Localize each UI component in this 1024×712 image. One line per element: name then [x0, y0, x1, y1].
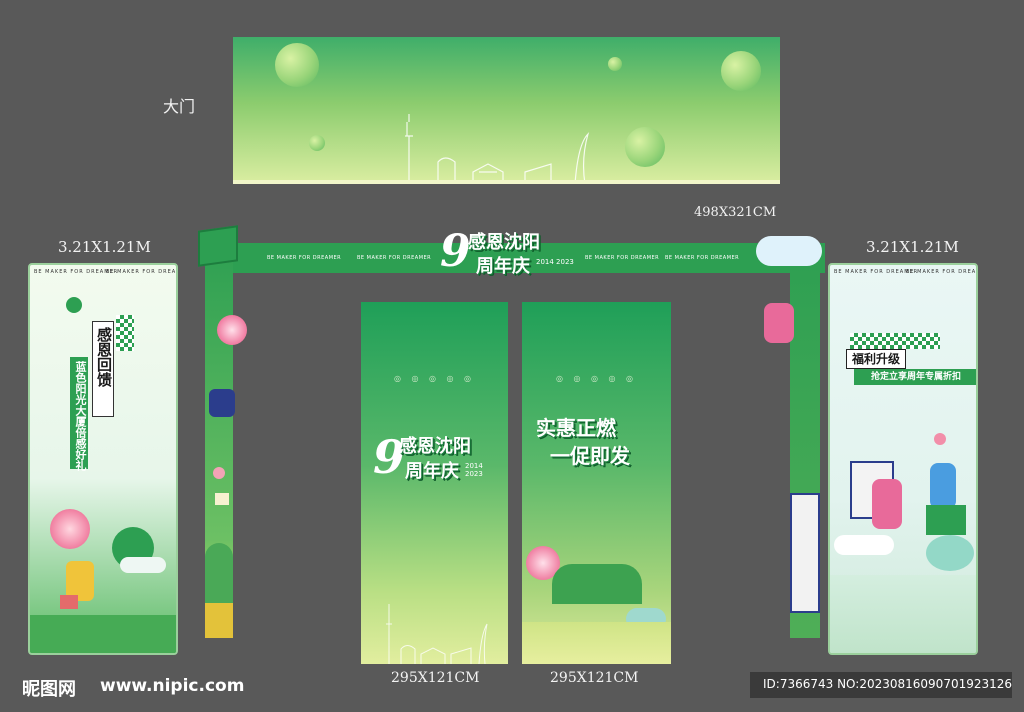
turtle-icon — [926, 535, 974, 571]
plant-box — [926, 505, 966, 535]
watermark-logo: 昵图网 — [22, 679, 76, 700]
city-skyline-icon — [233, 114, 780, 184]
cube-icon — [198, 225, 238, 267]
right-standee-title: 福利升级 — [846, 349, 906, 369]
title-line2: 一促即发 — [550, 444, 630, 468]
flower-icon — [50, 509, 90, 549]
gift-icon — [60, 595, 78, 609]
right-standee-subtitle: 抢定立享周年专属折扣 — [854, 369, 976, 385]
arch-size-label: 498X321CM — [694, 205, 777, 220]
door-label: 大门 — [163, 97, 196, 116]
right-standee: BE MAKER FOR DREAMER BE MAKER FOR DREAME… — [828, 263, 978, 655]
smiley-bag-icon — [209, 389, 235, 417]
frame-text: BE MAKER FOR DREAMER — [906, 269, 977, 275]
bubble-decoration — [275, 43, 319, 87]
left-standee-subtitle: 蓝色阳光大厦倍感好礼 — [74, 361, 87, 471]
title-line1: 实惠正燃 — [536, 416, 616, 440]
flower-icon — [217, 315, 247, 345]
left-standee: BE MAKER FOR DREAMER BE MAKER FOR DREAME… — [28, 263, 178, 655]
ground — [522, 622, 671, 664]
circle-decoration — [66, 297, 82, 313]
bubble-decoration — [721, 51, 761, 91]
cloud-icon — [756, 236, 822, 266]
cloud-icon — [834, 535, 894, 555]
gift-icon — [215, 493, 229, 505]
center-panel-1: ◎ ◎ ◎ ◎ ◎ 9 感恩沈阳 周年庆 2014 2023 — [361, 302, 508, 664]
left-standee-size-label: 3.21X1.21M — [58, 238, 151, 256]
hill — [205, 543, 233, 603]
building-icon — [790, 493, 820, 613]
checker-flag — [850, 333, 940, 349]
icon-row: ◎ ◎ ◎ ◎ ◎ — [555, 374, 638, 383]
icon-row: ◎ ◎ ◎ ◎ ◎ — [393, 374, 476, 383]
door-banner — [233, 37, 780, 184]
image-id: ID:7366743 NO:20230816090701923126 — [763, 677, 1013, 691]
tree-icon — [552, 564, 642, 604]
title-line2: 周年庆 — [476, 256, 530, 277]
checker-flag — [116, 315, 134, 351]
arch-strip-text: BE MAKER FOR DREAMER — [665, 255, 740, 261]
cloud-icon — [120, 557, 166, 573]
panel2-size-label: 295X121CM — [550, 670, 639, 686]
watermark-url: www.nipic.com — [100, 676, 245, 696]
center-panel-2: ◎ ◎ ◎ ◎ ◎ 实惠正燃 一促即发 — [522, 302, 671, 664]
right-standee-size-label: 3.21X1.21M — [866, 238, 959, 256]
bubble-decoration — [608, 57, 622, 71]
checker-box — [205, 603, 233, 638]
arch-right-leg — [764, 243, 820, 638]
frame-text: BE MAKER FOR DREAMER — [106, 269, 177, 275]
title-line1: 感恩沈阳 — [468, 232, 540, 253]
flower-icon — [934, 433, 946, 445]
balloon-icon — [213, 467, 225, 479]
arch-strip-text: BE MAKER FOR DREAMER — [267, 255, 342, 261]
arch-strip-text: BE MAKER FOR DREAMER — [585, 255, 660, 261]
title-line2: 周年庆 — [405, 461, 459, 482]
people-illustration — [872, 479, 902, 529]
title-years: 2014 2023 — [465, 462, 483, 478]
arch-strip-text: BE MAKER FOR DREAMER — [357, 255, 432, 261]
arch-title: 9 感恩沈阳 周年庆 2014 2023 — [440, 222, 580, 292]
left-standee-title: 感恩回馈 — [95, 327, 113, 387]
title-years: 2014 2023 — [536, 258, 574, 266]
ground — [830, 575, 976, 653]
city-skyline-icon — [386, 604, 488, 664]
person-illustration — [930, 463, 956, 509]
title-line1: 感恩沈阳 — [399, 436, 471, 457]
person-illustration — [764, 303, 794, 343]
ground — [30, 615, 176, 653]
panel1-size-label: 295X121CM — [391, 670, 480, 686]
title-number: 9 — [440, 226, 471, 277]
arch-left-leg — [205, 243, 247, 638]
